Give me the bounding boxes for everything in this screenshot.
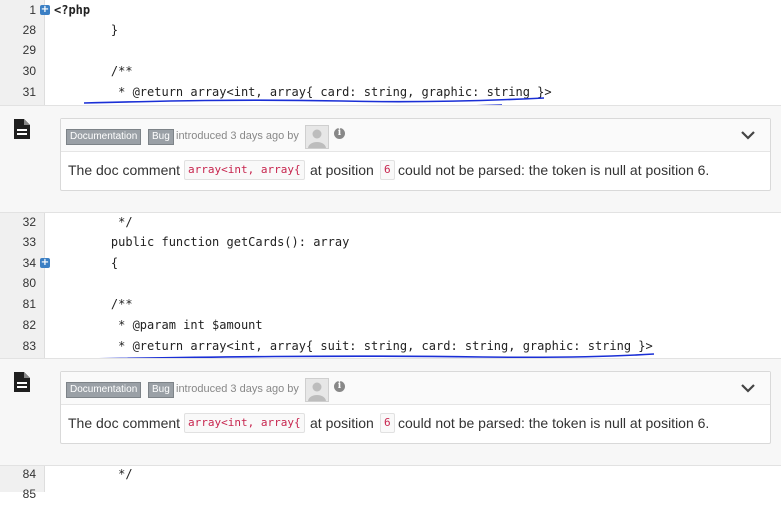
line-number: 31: [22, 85, 36, 99]
issue-row: Documentation Bug introduced 3 days ago …: [0, 358, 781, 466]
tag-bug[interactable]: Bug: [148, 129, 174, 145]
line-number: 32: [22, 215, 36, 229]
code-text: {: [82, 256, 119, 270]
issue-card: Documentation Bug introduced 3 days ago …: [60, 118, 771, 191]
document-icon: [13, 118, 31, 145]
inline-code: array<int, array{: [184, 413, 305, 433]
issue-header[interactable]: Documentation Bug introduced 3 days ago …: [61, 372, 770, 405]
chevron-down-icon[interactable]: [740, 380, 756, 401]
code-text: */: [82, 467, 133, 481]
line-number: 83: [22, 339, 36, 353]
code-line: 1 + <?php: [0, 0, 781, 21]
line-number: 1: [29, 3, 36, 17]
line-number: 82: [22, 318, 36, 332]
code-line: 81 /**: [0, 294, 781, 315]
info-icon[interactable]: i: [334, 381, 345, 392]
document-icon: [13, 371, 31, 398]
line-number: 81: [22, 297, 36, 311]
line-number: 85: [22, 487, 36, 501]
code-line: 28 }: [0, 20, 781, 41]
code-line: 83 * @return array<int, array{ suit: str…: [0, 336, 781, 357]
avatar[interactable]: [305, 378, 329, 402]
inline-code: array<int, array{: [184, 160, 305, 180]
plus-square-icon[interactable]: +: [40, 258, 50, 268]
code-line: 29: [0, 40, 781, 61]
code-text: * @param int $amount: [82, 318, 263, 332]
code-line: 32 */: [0, 212, 781, 233]
plus-square-icon[interactable]: +: [40, 5, 50, 15]
issue-row: Documentation Bug introduced 3 days ago …: [0, 105, 781, 213]
line-number: 29: [22, 43, 36, 57]
issue-message: The doc comment array<int, array{ at pos…: [61, 152, 770, 189]
code-line: 30 /**: [0, 61, 781, 82]
avatar[interactable]: [305, 125, 329, 149]
message-text: The doc comment: [68, 162, 181, 178]
issue-meta: introduced 3 days ago by: [176, 130, 299, 142]
line-number: 80: [22, 276, 36, 290]
issue-meta: introduced 3 days ago by: [176, 383, 299, 395]
code-text: }: [82, 23, 119, 37]
code-text: */: [82, 215, 133, 229]
code-line: 80: [0, 273, 781, 294]
code-line: 84 */: [0, 464, 781, 485]
code-text: public function getCards(): array: [82, 235, 350, 249]
code-line: 31 * @return array<int, array{ card: str…: [0, 82, 781, 103]
code-text: /**: [82, 64, 133, 78]
message-text: could not be parsed: the token is null a…: [398, 415, 710, 431]
code-line: 85: [0, 484, 781, 505]
code-line: 82 * @param int $amount: [0, 315, 781, 336]
line-number: 34: [22, 256, 36, 270]
line-number: 28: [22, 23, 36, 37]
issue-card: Documentation Bug introduced 3 days ago …: [60, 371, 771, 444]
code-line: 33 public function getCards(): array: [0, 232, 781, 253]
code-text: <?php: [54, 3, 91, 17]
message-text: at position: [310, 415, 374, 431]
issue-message: The doc comment array<int, array{ at pos…: [61, 405, 770, 442]
code-line: 34 + {: [0, 253, 781, 274]
message-text: The doc comment: [68, 415, 181, 431]
code-text: * @return array<int, array{ suit: string…: [82, 339, 653, 353]
inline-code: 6: [380, 160, 395, 180]
code-text: /**: [82, 297, 133, 311]
line-number: 84: [22, 467, 36, 481]
issue-header[interactable]: Documentation Bug introduced 3 days ago …: [61, 119, 770, 152]
message-text: at position: [310, 162, 374, 178]
code-text: * @return array<int, array{ card: string…: [82, 85, 552, 99]
message-text: could not be parsed: the token is null a…: [398, 162, 710, 178]
tag-documentation[interactable]: Documentation: [66, 382, 142, 398]
tag-bug[interactable]: Bug: [148, 382, 174, 398]
line-number: 30: [22, 64, 36, 78]
chevron-down-icon[interactable]: [740, 127, 756, 148]
line-number: 33: [22, 235, 36, 249]
inline-code: 6: [380, 413, 395, 433]
tag-documentation[interactable]: Documentation: [66, 129, 142, 145]
info-icon[interactable]: i: [334, 128, 345, 139]
